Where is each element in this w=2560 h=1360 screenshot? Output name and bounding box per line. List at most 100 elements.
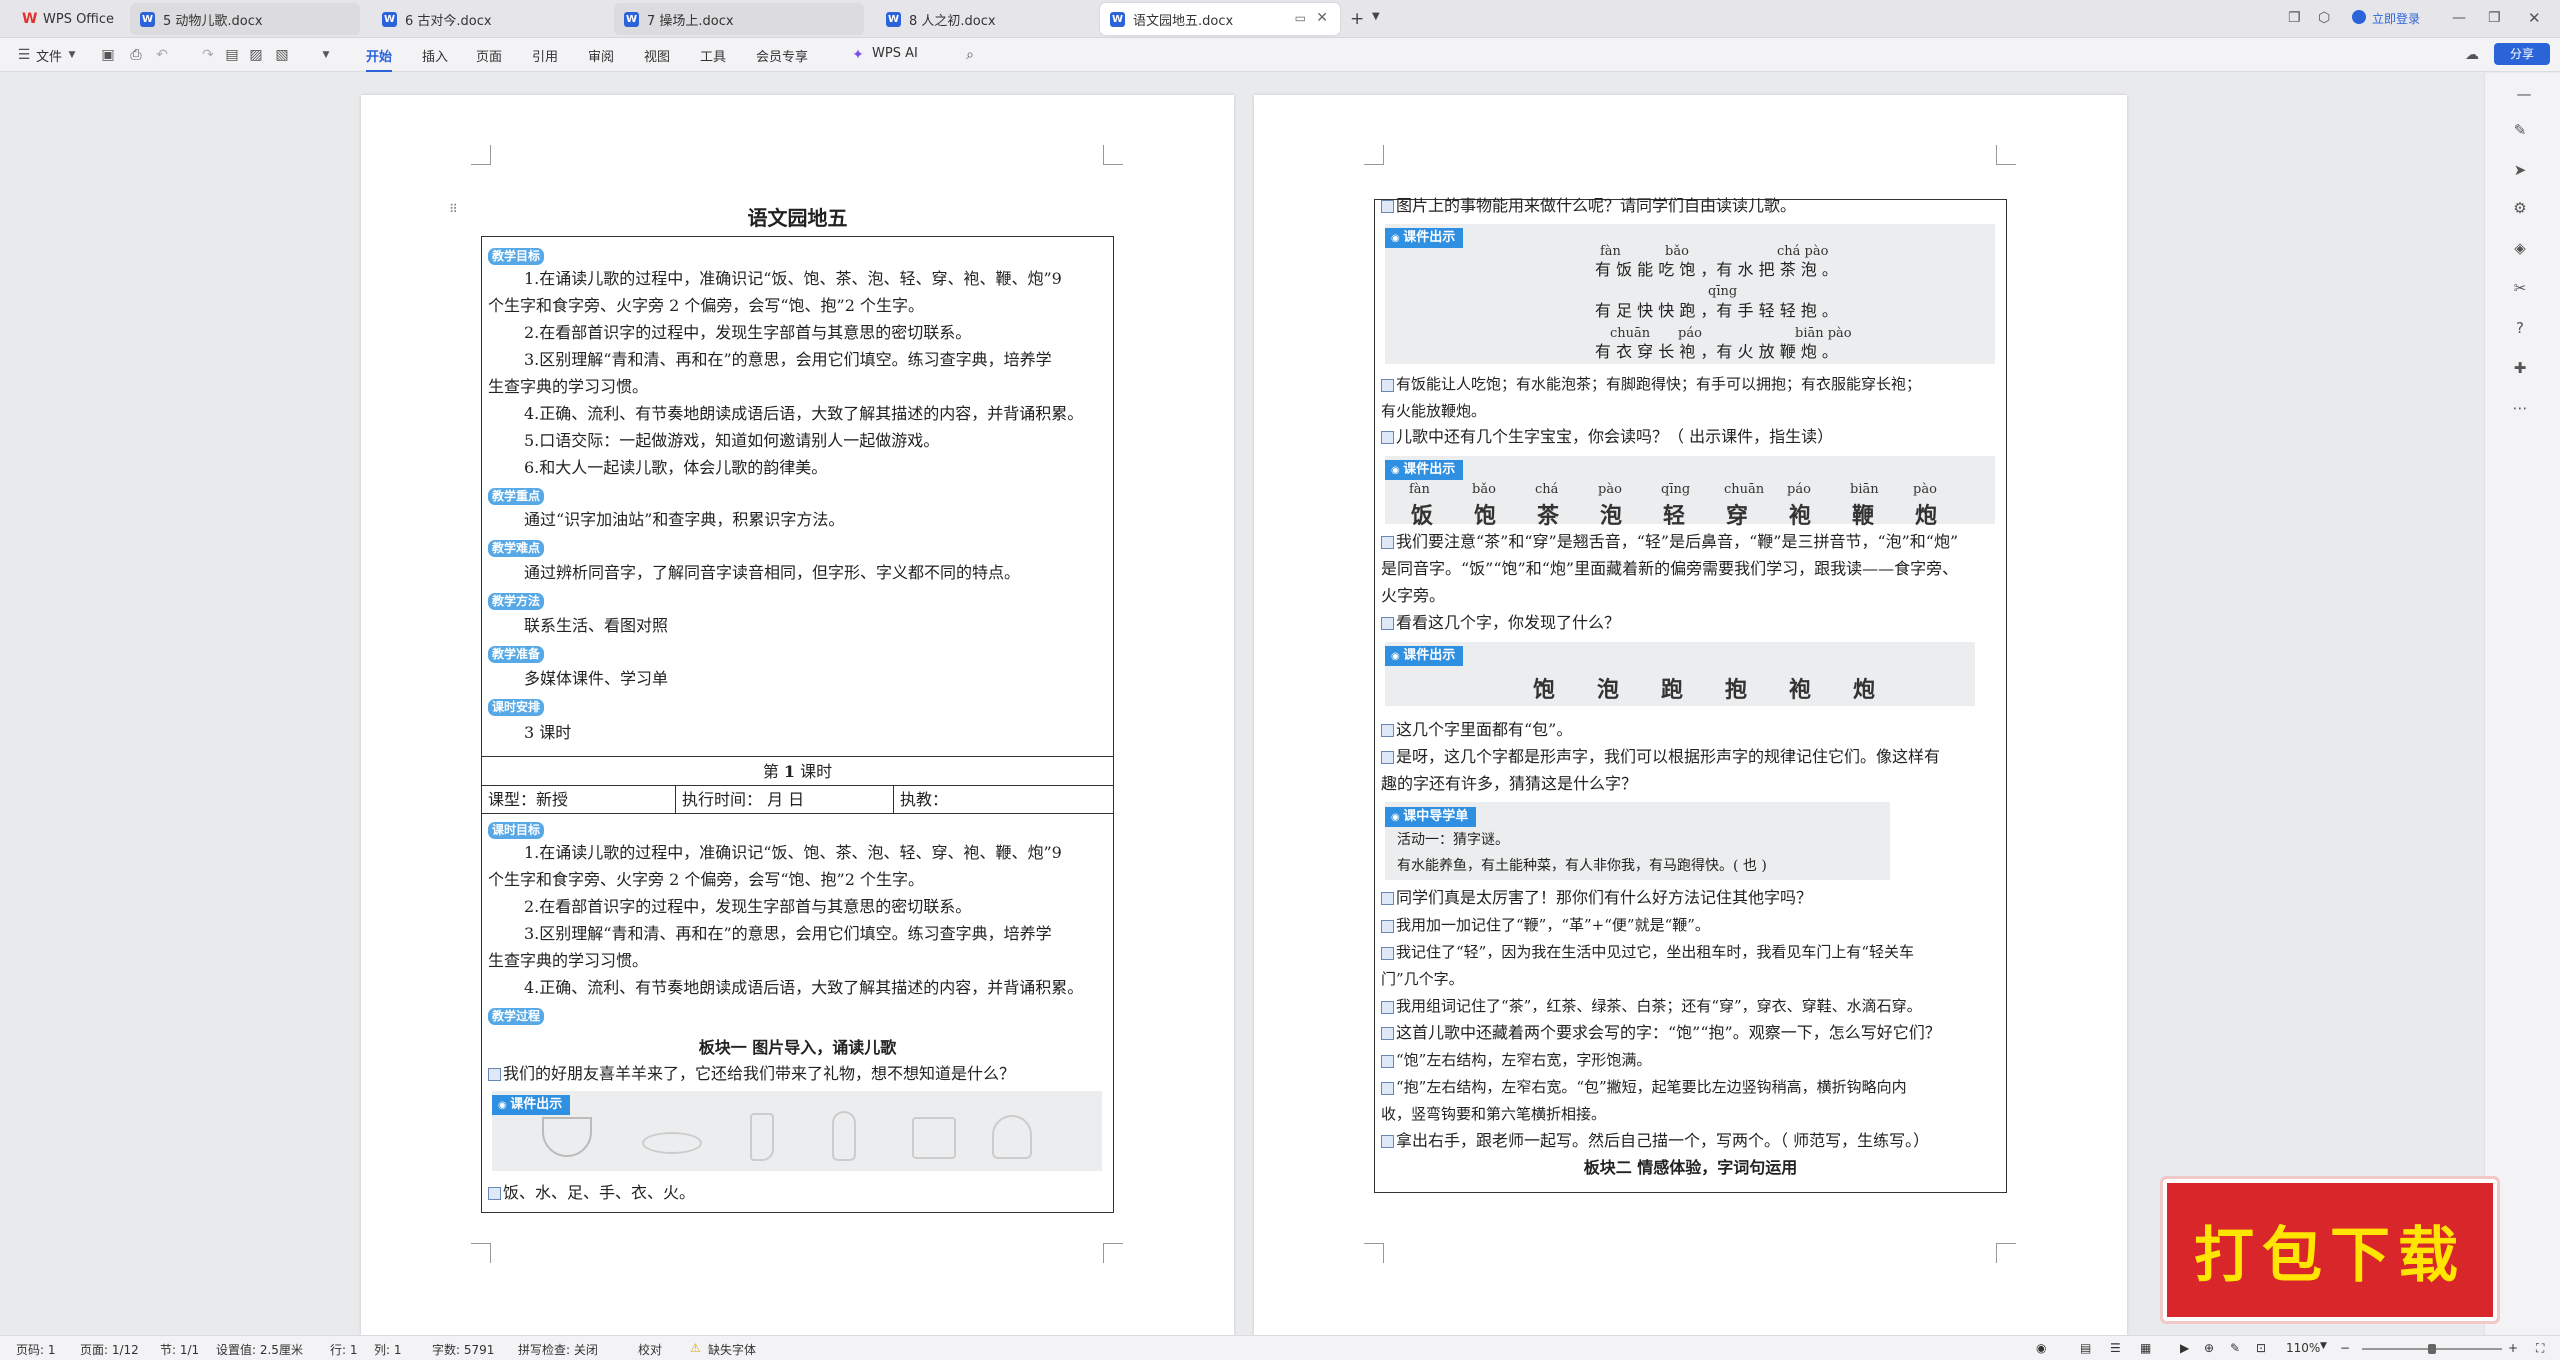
tab-doc-6[interactable]: W 6 古对今.docx (372, 3, 492, 35)
answer-text: 有饭能让人吃饱；有水能泡茶；有脚跑得快；有手可以拥抱；有衣服能穿长袍； (1396, 375, 1922, 393)
a10-line: “抱”左右结构，左窄右宽。“包”撇短，起笔要比左边竖钩稍高，横折钩略向内 (1381, 1077, 1907, 1097)
zoom-in-icon[interactable]: + (2508, 1341, 2518, 1355)
share-label: 分享 (2509, 47, 2534, 61)
document-page-right[interactable]: 图片上的事物能用来做什么呢？请同学们自由读读儿歌。 课件出示 fàn bǎo c… (1254, 95, 2127, 1335)
word-doc-icon: W (886, 11, 901, 27)
pen-icon[interactable]: ✎ (2230, 1341, 2240, 1355)
fullscreen-icon[interactable]: ⛶ (2536, 1341, 2544, 1356)
zoom-out-icon[interactable]: − (2340, 1341, 2350, 1355)
new-tab-icon[interactable]: + (1350, 9, 1364, 29)
zoom-slider[interactable] (2362, 1344, 2502, 1354)
menu-start[interactable]: 开始 (366, 46, 393, 72)
download-badge-label: 打包下载 (2194, 1221, 2466, 1291)
web-view-icon[interactable]: ⊕ (2204, 1341, 2214, 1355)
tab-doc-active[interactable]: W 语文园地五.docx ▭ ✕ (1100, 3, 1340, 35)
download-badge[interactable]: 打包下载 (2160, 1176, 2500, 1324)
section-tag: 教学目标 (488, 248, 545, 265)
maximize-icon[interactable]: ❐ (2488, 10, 2501, 26)
status-setting[interactable]: 设置值: 2.5厘米 (216, 1341, 303, 1358)
p3-line: 火字旁。 (1381, 586, 1446, 605)
menu-review[interactable]: 审阅 (588, 46, 614, 65)
word-doc-icon: W (624, 11, 639, 27)
a4-line: 这几个字里面都有“包”。 (1381, 720, 1572, 740)
wps-ai-button[interactable]: WPS AI (872, 46, 918, 61)
menu-insert[interactable]: 插入 (422, 46, 448, 65)
status-section[interactable]: 节: 1/1 (160, 1341, 199, 1358)
status-page[interactable]: 页码: 1 (16, 1341, 56, 1358)
pinyin: qīng (1708, 284, 1738, 299)
format-icon[interactable]: ▤ (224, 47, 240, 63)
settings-sliders-icon[interactable]: ⚙ (2511, 199, 2529, 217)
hand-picture (832, 1111, 856, 1161)
page-view-icon[interactable]: ▤ (2080, 1341, 2091, 1355)
user-avatar-icon (2352, 10, 2366, 24)
tab-doc-5[interactable]: W 5 动物儿歌.docx (130, 3, 360, 35)
cube-icon[interactable]: ⬡ (2318, 10, 2330, 26)
chevron-down-icon[interactable]: ▼ (2320, 1341, 2327, 1351)
close-icon[interactable]: ✕ (1316, 10, 1328, 26)
zoom-level[interactable]: 110% (2286, 1341, 2320, 1355)
eye-icon[interactable]: ◉ (2036, 1341, 2046, 1355)
outline-view-icon[interactable]: ☰ (2110, 1341, 2121, 1355)
translate-icon[interactable]: ✚ (2511, 359, 2529, 377)
play-icon[interactable]: ▶ (2180, 1341, 2189, 1355)
share-button[interactable]: 分享 (2494, 43, 2550, 65)
document-page-left[interactable]: ⠿ 语文园地五 教学目标 1.在诵读儿歌的过程中，准确识记“饭、饱、茶、泡、轻、… (361, 95, 1234, 1335)
wps-ai-icon: ✦ (852, 47, 864, 63)
paragraph-mark-icon (1381, 617, 1394, 630)
window-close-icon[interactable]: ✕ (2528, 9, 2541, 27)
login-link[interactable]: 立即登录 (2372, 10, 2420, 27)
status-pages[interactable]: 页面: 1/12 (80, 1341, 139, 1358)
fit-icon[interactable]: ⊡ (2256, 1341, 2266, 1355)
print-preview-icon[interactable]: ⎙ (128, 47, 144, 63)
image-icon[interactable]: ▨ (248, 47, 264, 63)
status-bar: 页码: 1 页面: 1/12 节: 1/1 设置值: 2.5厘米 行: 1 列:… (0, 1335, 2560, 1360)
chevron-down-icon[interactable]: ▼ (1372, 11, 1380, 22)
more-chevron-icon[interactable]: ▼ (318, 47, 334, 63)
missing-font[interactable]: 缺失字体 (708, 1341, 756, 1358)
document-workspace[interactable]: ⠿ 语文园地五 教学目标 1.在诵读儿歌的过程中，准确识记“饭、饱、茶、泡、轻、… (0, 73, 2560, 1335)
tab-label: 8 人之初.docx (909, 13, 996, 29)
menu-tools[interactable]: 工具 (700, 46, 726, 65)
tools-icon[interactable]: ✂ (2511, 279, 2529, 297)
tab-doc-7[interactable]: W 7 操场上.docx (614, 3, 864, 35)
save-icon[interactable]: ▣ (100, 47, 116, 63)
menu-view[interactable]: 视图 (644, 46, 670, 65)
shape-icon[interactable]: ◈ (2511, 239, 2529, 257)
char-pinyin: qīng (1661, 482, 1691, 497)
more-icon[interactable]: ⋯ (2511, 399, 2529, 417)
a6-text: 我用加一加记住了“鞭”，“革”+“便”就是“鞭”。 (1396, 916, 1710, 934)
select-icon[interactable]: ➤ (2511, 161, 2529, 179)
answer-line: 有火能放鞭炮。 (1381, 402, 1487, 420)
edit-icon[interactable]: ✎ (2511, 121, 2529, 139)
q1-text: 图片上的事物能用来做什么呢？请同学们自由读读儿歌。 (1396, 196, 1797, 215)
draw-icon[interactable]: ▧ (274, 47, 290, 63)
help-icon[interactable]: ? (2511, 319, 2529, 337)
file-menu[interactable]: 文件 (36, 46, 62, 65)
read-view-icon[interactable]: ▦ (2140, 1341, 2151, 1355)
status-words[interactable]: 字数: 5791 (432, 1341, 494, 1358)
pin-icon[interactable]: ▭ (1295, 11, 1306, 25)
page-corner-mark (471, 145, 491, 165)
redo-icon[interactable]: ↷ (200, 47, 216, 63)
search-icon[interactable]: ⌕ (962, 47, 978, 63)
status-col[interactable]: 列: 1 (374, 1341, 402, 1358)
page-corner-mark (1103, 145, 1123, 165)
minimize-panel-icon[interactable]: — (2515, 85, 2533, 103)
menu-reference[interactable]: 引用 (532, 46, 558, 65)
tab-wps-office[interactable]: W WPS Office (12, 3, 114, 35)
status-row[interactable]: 行: 1 (330, 1341, 358, 1358)
zoom-slider-thumb[interactable] (2428, 1344, 2436, 1354)
spell-check[interactable]: 拼写检查: 关闭 (518, 1341, 598, 1358)
restore-view-icon[interactable]: ❐ (2288, 10, 2301, 26)
menu-page[interactable]: 页面 (476, 46, 502, 65)
undo-icon[interactable]: ↶ (154, 47, 170, 63)
minimize-icon[interactable]: — (2452, 10, 2466, 26)
tab-doc-8[interactable]: W 8 人之初.docx (876, 3, 996, 35)
char-glyph: 抱 (1725, 677, 1748, 703)
menu-member[interactable]: 会员专享 (756, 46, 808, 65)
menu-icon[interactable]: ☰ (16, 47, 32, 63)
char-glyph: 轻 (1663, 503, 1686, 529)
cloud-sync-icon[interactable]: ☁ (2464, 47, 2480, 63)
proofread[interactable]: 校对 (638, 1341, 662, 1358)
